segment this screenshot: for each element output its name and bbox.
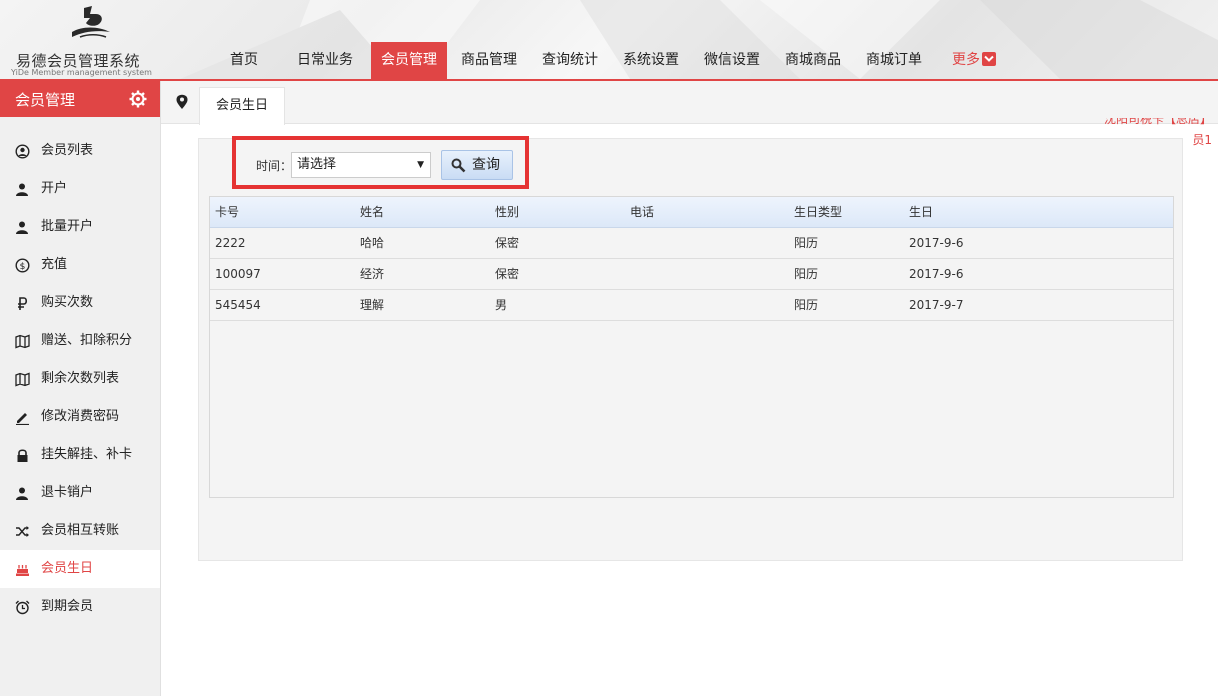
map-icon [15, 372, 30, 387]
top-header: 易德会员管理系统 YiDe Member management system 首… [0, 0, 1218, 81]
nav-member-management[interactable]: 会员管理 [371, 42, 447, 79]
table-header: 卡号 姓名 性别 电话 生日类型 生日 [210, 197, 1173, 228]
nav-wechat-settings[interactable]: 微信设置 [695, 42, 769, 79]
gender-cell: 保密 [495, 236, 520, 250]
map-icon [15, 334, 30, 349]
chevron-down-icon [982, 52, 996, 66]
app-logo[interactable]: 易德会员管理系统 YiDe Member management system [8, 2, 158, 78]
table-row[interactable]: 100097 经济 保密 阳历 2017-9-6 [210, 259, 1173, 290]
user-icon [16, 221, 28, 234]
alarm-clock-icon [15, 600, 30, 615]
sidebar-item-remaining-times[interactable]: 剩余次数列表 [0, 360, 160, 398]
card-number-cell: 2222 [215, 236, 246, 250]
table-row[interactable]: 545454 理解 男 阳历 2017-9-7 [210, 290, 1173, 321]
sidebar-item-label: 会员生日 [41, 561, 94, 576]
query-button[interactable]: 查询 [441, 150, 513, 180]
ruble-icon [18, 297, 28, 310]
location-pin-icon [176, 94, 188, 109]
user-icon [16, 183, 28, 196]
column-header[interactable]: 生日类型 [794, 197, 842, 228]
birthday-type-cell: 阳历 [794, 298, 819, 312]
gear-icon[interactable] [129, 90, 147, 108]
nav-home[interactable]: 首页 [210, 42, 278, 79]
pencil-icon [16, 413, 29, 425]
sidebar-item-buy-times[interactable]: 购买次数 [0, 284, 160, 322]
sidebar-item-label: 剩余次数列表 [41, 371, 120, 386]
nav-mall-orders[interactable]: 商城订单 [857, 42, 931, 79]
sidebar-item-batch-open[interactable]: 批量开户 [0, 208, 160, 246]
gender-cell: 男 [495, 298, 508, 312]
sidebar-title: 会员管理 [15, 91, 76, 109]
filter-bar: 时间： 请选择 ▼ 查询 [232, 136, 529, 189]
sidebar-item-label: 开户 [41, 181, 68, 196]
column-header[interactable]: 性别 [495, 197, 519, 228]
user-icon [16, 487, 28, 500]
lock-icon [17, 449, 28, 462]
time-select[interactable]: 请选择 ▼ [291, 152, 431, 178]
sidebar-item-points[interactable]: 赠送、扣除积分 [0, 322, 160, 360]
svg-text:$: $ [20, 262, 26, 272]
sidebar-item-expired-members[interactable]: 到期会员 [0, 588, 160, 626]
sidebar: 会员管理 会员列表 开户 批量开户 $ 充值 购买次数 赠送、扣除积分 剩余次数… [0, 81, 161, 696]
sidebar-item-label: 批量开户 [41, 219, 94, 234]
birthday-cell: 2017-9-6 [909, 267, 964, 281]
column-header[interactable]: 电话 [630, 197, 654, 228]
sidebar-item-label: 充值 [41, 257, 68, 272]
name-cell: 理解 [360, 298, 385, 312]
query-button-label: 查询 [472, 157, 500, 173]
shuffle-icon [16, 526, 29, 537]
time-select-value: 请选择 [297, 157, 337, 172]
sidebar-header: 会员管理 [0, 81, 160, 117]
tab-bar: 会员生日 [161, 81, 1218, 125]
card-number-cell: 545454 [215, 298, 261, 312]
birthday-table: 卡号 姓名 性别 电话 生日类型 生日 2222 哈哈 保密 阳历 2017-9… [209, 196, 1174, 498]
nav-query-stats[interactable]: 查询统计 [533, 42, 607, 79]
search-icon [451, 158, 466, 173]
sidebar-item-member-list[interactable]: 会员列表 [0, 132, 160, 170]
sidebar-item-transfer[interactable]: 会员相互转账 [0, 512, 160, 550]
nav-more[interactable]: 更多 [946, 42, 1002, 79]
logo-mark-icon [72, 6, 110, 38]
sidebar-item-member-birthday[interactable]: 会员生日 [0, 550, 160, 588]
sidebar-item-label: 会员列表 [41, 143, 94, 158]
nav-more-label: 更多 [952, 52, 980, 68]
sidebar-item-label: 挂失解挂、补卡 [41, 447, 133, 462]
notice-line: 沈阳司税卡【总店】 [1103, 118, 1212, 126]
sidebar-item-recharge[interactable]: $ 充值 [0, 246, 160, 284]
birthday-cell: 2017-9-7 [909, 298, 964, 312]
sidebar-item-open-account[interactable]: 开户 [0, 170, 160, 208]
birthday-type-cell: 阳历 [794, 267, 819, 281]
nav-system-settings[interactable]: 系统设置 [614, 42, 688, 79]
user-circle-icon [15, 144, 30, 159]
time-label: 时间： [256, 159, 293, 173]
sidebar-item-label: 到期会员 [41, 599, 94, 614]
name-cell: 哈哈 [360, 236, 385, 250]
gender-cell: 保密 [495, 267, 520, 281]
column-header[interactable]: 卡号 [215, 197, 239, 228]
cake-icon [16, 565, 29, 576]
sidebar-item-label: 购买次数 [41, 295, 94, 310]
sidebar-item-change-password[interactable]: 修改消费密码 [0, 398, 160, 436]
nav-mall-products[interactable]: 商城商品 [776, 42, 850, 79]
sidebar-item-cancel-card[interactable]: 退卡销户 [0, 474, 160, 512]
logo-subtitle: YiDe Member management system [11, 68, 152, 77]
coin-icon: $ [15, 258, 30, 273]
column-header[interactable]: 生日 [909, 197, 933, 228]
dropdown-arrow-icon: ▼ [417, 160, 424, 170]
birthday-type-cell: 阳历 [794, 236, 819, 250]
card-number-cell: 100097 [215, 267, 261, 281]
sidebar-item-label: 退卡销户 [41, 485, 94, 500]
name-cell: 经济 [360, 267, 385, 281]
sidebar-item-label: 会员相互转账 [41, 523, 120, 538]
table-row[interactable]: 2222 哈哈 保密 阳历 2017-9-6 [210, 228, 1173, 259]
sidebar-menu: 会员列表 开户 批量开户 $ 充值 购买次数 赠送、扣除积分 剩余次数列表 修改 [0, 132, 160, 626]
tab-member-birthday[interactable]: 会员生日 [199, 87, 285, 125]
sidebar-item-label: 修改消费密码 [41, 409, 120, 424]
column-header[interactable]: 姓名 [360, 197, 384, 228]
sidebar-item-report-loss[interactable]: 挂失解挂、补卡 [0, 436, 160, 474]
nav-product-management[interactable]: 商品管理 [452, 42, 526, 79]
sidebar-item-label: 赠送、扣除积分 [41, 333, 133, 348]
nav-daily-business[interactable]: 日常业务 [288, 42, 362, 79]
birthday-cell: 2017-9-6 [909, 236, 964, 250]
